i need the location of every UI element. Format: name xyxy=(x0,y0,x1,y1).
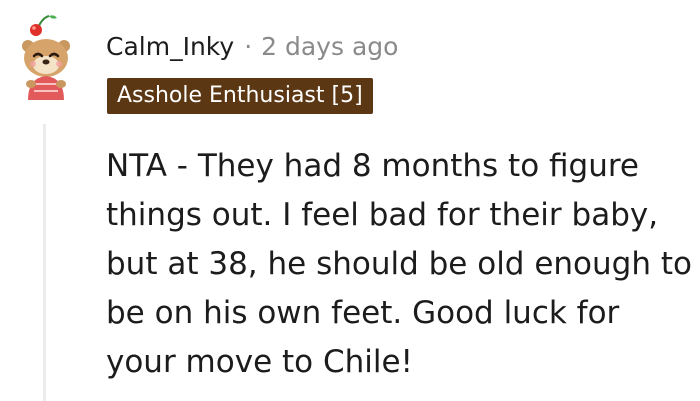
user-flair-badge: Asshole Enthusiast [5] xyxy=(107,78,373,114)
meta-separator: · xyxy=(244,31,253,61)
thread-collapse-line[interactable] xyxy=(43,124,46,401)
timestamp-link[interactable]: 2 days ago xyxy=(261,32,398,61)
comment-body: NTA - They had 8 months to figure things… xyxy=(106,148,692,380)
username-link[interactable]: Calm_Inky xyxy=(106,32,234,61)
avatar-graphic xyxy=(22,15,70,100)
comment-meta: Calm_Inky · 2 days ago xyxy=(106,28,398,64)
otter-avatar-icon[interactable] xyxy=(14,12,78,100)
